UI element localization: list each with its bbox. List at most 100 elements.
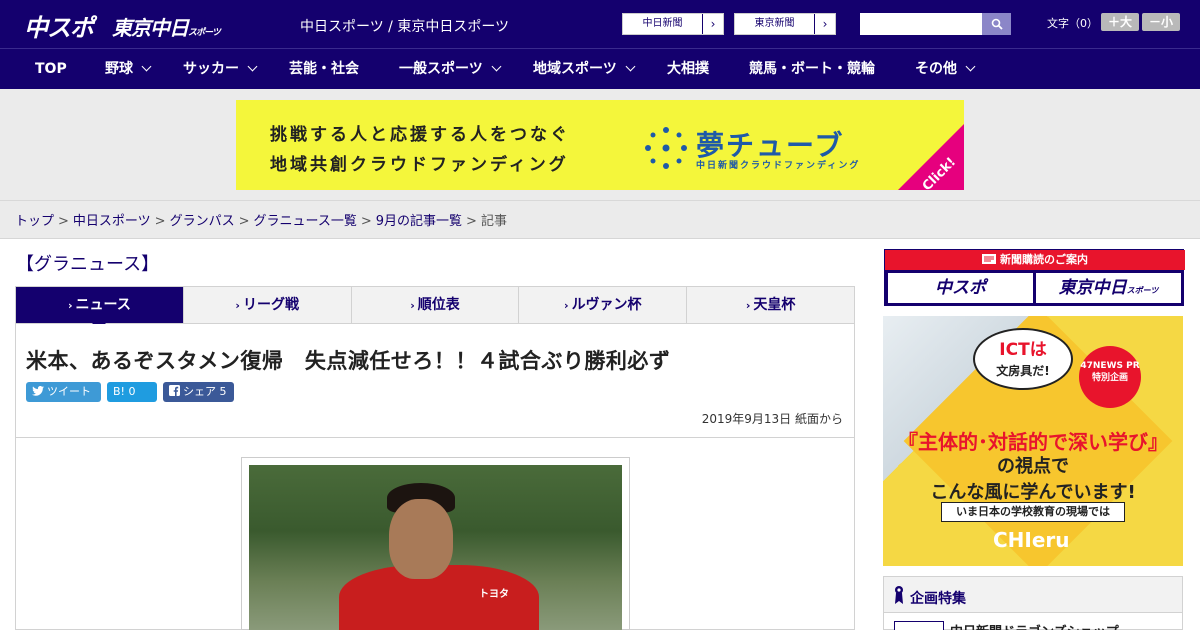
- facebook-share-button[interactable]: シェア 5: [163, 382, 234, 402]
- nav-label: 野球: [105, 61, 133, 77]
- tokyo-logo-main: 東京中日: [112, 16, 189, 40]
- breadcrumb-separator: >: [360, 214, 372, 229]
- breadcrumb-item-september-list[interactable]: 9月の記事一覧: [376, 214, 462, 229]
- nav-label: その他: [915, 61, 957, 77]
- chevron-down-icon: [965, 61, 976, 72]
- chevron-right-icon: ›: [235, 299, 240, 312]
- section-tabs: › ニュース › リーグ戦 › 順位表 › ルヴァン杯 › 天皇杯: [15, 286, 855, 330]
- breadcrumb: トップ > 中日スポーツ > グランパス > グラニュース一覧 >9月の記事一覧 > 記事: [0, 201, 1200, 239]
- banner-line-2: 地域共創クラウドファンディング: [270, 155, 569, 175]
- tab-league[interactable]: › リーグ戦: [184, 287, 352, 323]
- facebook-icon: [169, 385, 180, 396]
- nav-label: 大相撲: [667, 61, 709, 77]
- ad-speech-bubble: ICTは 文房具だ!: [973, 328, 1073, 390]
- nav-item-general-sports[interactable]: 一般スポーツ: [399, 49, 502, 90]
- section-title: 【グラニュース】: [16, 254, 160, 275]
- nav-item-sumo[interactable]: 大相撲: [667, 49, 709, 90]
- tweet-button[interactable]: ツイート: [26, 382, 101, 402]
- chunichi-shimbun-button[interactable]: 中日新聞 ›: [622, 13, 724, 35]
- chevron-down-icon: [491, 61, 502, 72]
- breadcrumb-item-gra-news-list[interactable]: グラニュース一覧: [254, 214, 357, 229]
- tokyo-chunichi-logo[interactable]: 東京中日スポーツ: [112, 12, 221, 41]
- photo-face: [389, 499, 453, 579]
- tab-label: 順位表: [417, 297, 460, 313]
- photo-shirt-text: トヨタ: [479, 589, 509, 600]
- search-input[interactable]: [860, 13, 982, 35]
- search-button[interactable]: [982, 13, 1011, 35]
- subscribe-chuspo-link[interactable]: 中スポ: [888, 273, 1033, 303]
- breadcrumb-item-top[interactable]: トップ: [15, 214, 54, 229]
- feature-item-link[interactable]: 中日新聞ドラゴンズショップ: [950, 621, 1119, 630]
- newspaper-icon: [982, 254, 996, 264]
- subscribe-tokyo-small: スポーツ: [1126, 286, 1159, 295]
- subscribe-tokyo-link[interactable]: 東京中日スポーツ: [1036, 273, 1181, 303]
- ribbon-icon: [895, 586, 903, 604]
- nav-item-racing[interactable]: 競馬・ボート・競輪: [749, 49, 875, 90]
- ad-bubble-sub: 文房具だ!: [996, 364, 1050, 378]
- tab-label: リーグ戦: [242, 297, 299, 313]
- banner-text: 挑戦する人と応援する人をつなぐ 地域共創クラウドファンディング: [270, 120, 570, 180]
- font-smaller-button[interactable]: －小: [1142, 13, 1180, 31]
- nav-item-local-sports[interactable]: 地域スポーツ: [533, 49, 636, 90]
- nav-label: TOP: [35, 61, 67, 77]
- feature-title: 企画特集: [910, 591, 966, 607]
- chevron-right-icon: ›: [822, 17, 828, 31]
- feature-box: 企画特集 中日新聞ドラゴンズショップ: [883, 576, 1183, 630]
- subscription-title-text: 新聞購読のご案内: [1000, 253, 1088, 266]
- nav-item-top[interactable]: TOP: [35, 49, 67, 90]
- chevron-down-icon: [247, 61, 258, 72]
- nav-label: 競馬・ボート・競輪: [749, 61, 875, 77]
- tab-label: 天皇杯: [753, 297, 796, 313]
- breadcrumb-item-chunichi-sports[interactable]: 中日スポーツ: [73, 214, 151, 229]
- tokyo-shimbun-button[interactable]: 東京新聞 ›: [734, 13, 836, 35]
- nav-label: 芸能・社会: [289, 61, 359, 77]
- main-nav: TOP 野球 サッカー 芸能・社会 一般スポーツ 地域スポーツ 大相撲 競馬・ボ…: [0, 48, 1200, 89]
- ad-sub-copy: の視点で こんな風に学んでいます!: [883, 454, 1183, 506]
- breadcrumb-item-grampus[interactable]: グランパス: [170, 214, 235, 229]
- tab-news[interactable]: › ニュース: [16, 287, 184, 330]
- nav-item-entertainment[interactable]: 芸能・社会: [289, 49, 359, 90]
- font-size-label: 文字（0）: [1047, 17, 1098, 30]
- ict-advertisement[interactable]: ICTは 文房具だ! 47NEWS PR 特別企画 『主体的･対話的で深い学び』 …: [883, 316, 1183, 566]
- subscription-title: 新聞購読のご案内: [885, 250, 1185, 270]
- tab-label: ニュース: [75, 297, 131, 313]
- chevron-right-icon: ›: [710, 17, 716, 31]
- breadcrumb-separator: >: [238, 214, 250, 229]
- nav-item-soccer[interactable]: サッカー: [183, 49, 258, 90]
- hatena-bookmark-button[interactable]: B! 0: [107, 382, 157, 402]
- tab-emperors-cup[interactable]: › 天皇杯: [687, 287, 854, 323]
- font-bigger-button[interactable]: ＋大: [1101, 13, 1139, 31]
- breadcrumb-separator: >: [58, 214, 69, 229]
- nav-item-other[interactable]: その他: [915, 49, 976, 90]
- chevron-down-icon: [141, 61, 152, 72]
- search-icon: [991, 18, 1003, 30]
- ad-brand: CHIeru: [993, 528, 1070, 552]
- crowdfunding-banner[interactable]: 挑戦する人と応援する人をつなぐ 地域共創クラウドファンディング 夢チューブ 中日…: [236, 100, 964, 190]
- tab-standings[interactable]: › 順位表: [352, 287, 520, 323]
- banner-area: 挑戦する人と応援する人をつなぐ 地域共創クラウドファンディング 夢チューブ 中日…: [0, 89, 1200, 201]
- hatena-label: B! 0: [113, 385, 136, 398]
- banner-line-1: 挑戦する人と応援する人をつなぐ: [270, 125, 570, 145]
- tab-label: ルヴァン杯: [571, 297, 642, 313]
- tab-levain-cup[interactable]: › ルヴァン杯: [519, 287, 688, 323]
- nav-item-baseball[interactable]: 野球: [105, 49, 152, 90]
- article-photo[interactable]: トヨタ: [249, 465, 622, 630]
- chevron-right-icon: ›: [745, 299, 751, 312]
- chunichi-shimbun-label: 中日新聞: [623, 14, 703, 34]
- dots-logo-icon: [645, 127, 687, 169]
- facebook-label: シェア 5: [183, 385, 227, 398]
- site-name-link[interactable]: 中日スポーツ / 東京中日スポーツ: [300, 16, 509, 36]
- feature-header: 企画特集: [884, 577, 1182, 613]
- ad-sub-copy-1: の視点で: [997, 456, 1069, 477]
- breadcrumb-separator: >: [154, 214, 166, 229]
- ad-pr-badge: 47NEWS PR 特別企画: [1079, 346, 1141, 408]
- feature-thumbnail[interactable]: [894, 621, 944, 630]
- banner-subtitle: 中日新聞クラウドファンディング: [696, 161, 861, 171]
- tweet-label: ツイート: [47, 385, 91, 398]
- tokyo-logo-small: スポーツ: [188, 28, 221, 38]
- nav-label: 一般スポーツ: [399, 61, 483, 77]
- publish-date: 2019年9月13日 紙面から: [701, 412, 843, 426]
- subscribe-tokyo-main: 東京中日: [1058, 278, 1127, 298]
- chevron-right-icon: ›: [67, 299, 73, 312]
- chuspo-logo[interactable]: 中スポ: [24, 8, 94, 43]
